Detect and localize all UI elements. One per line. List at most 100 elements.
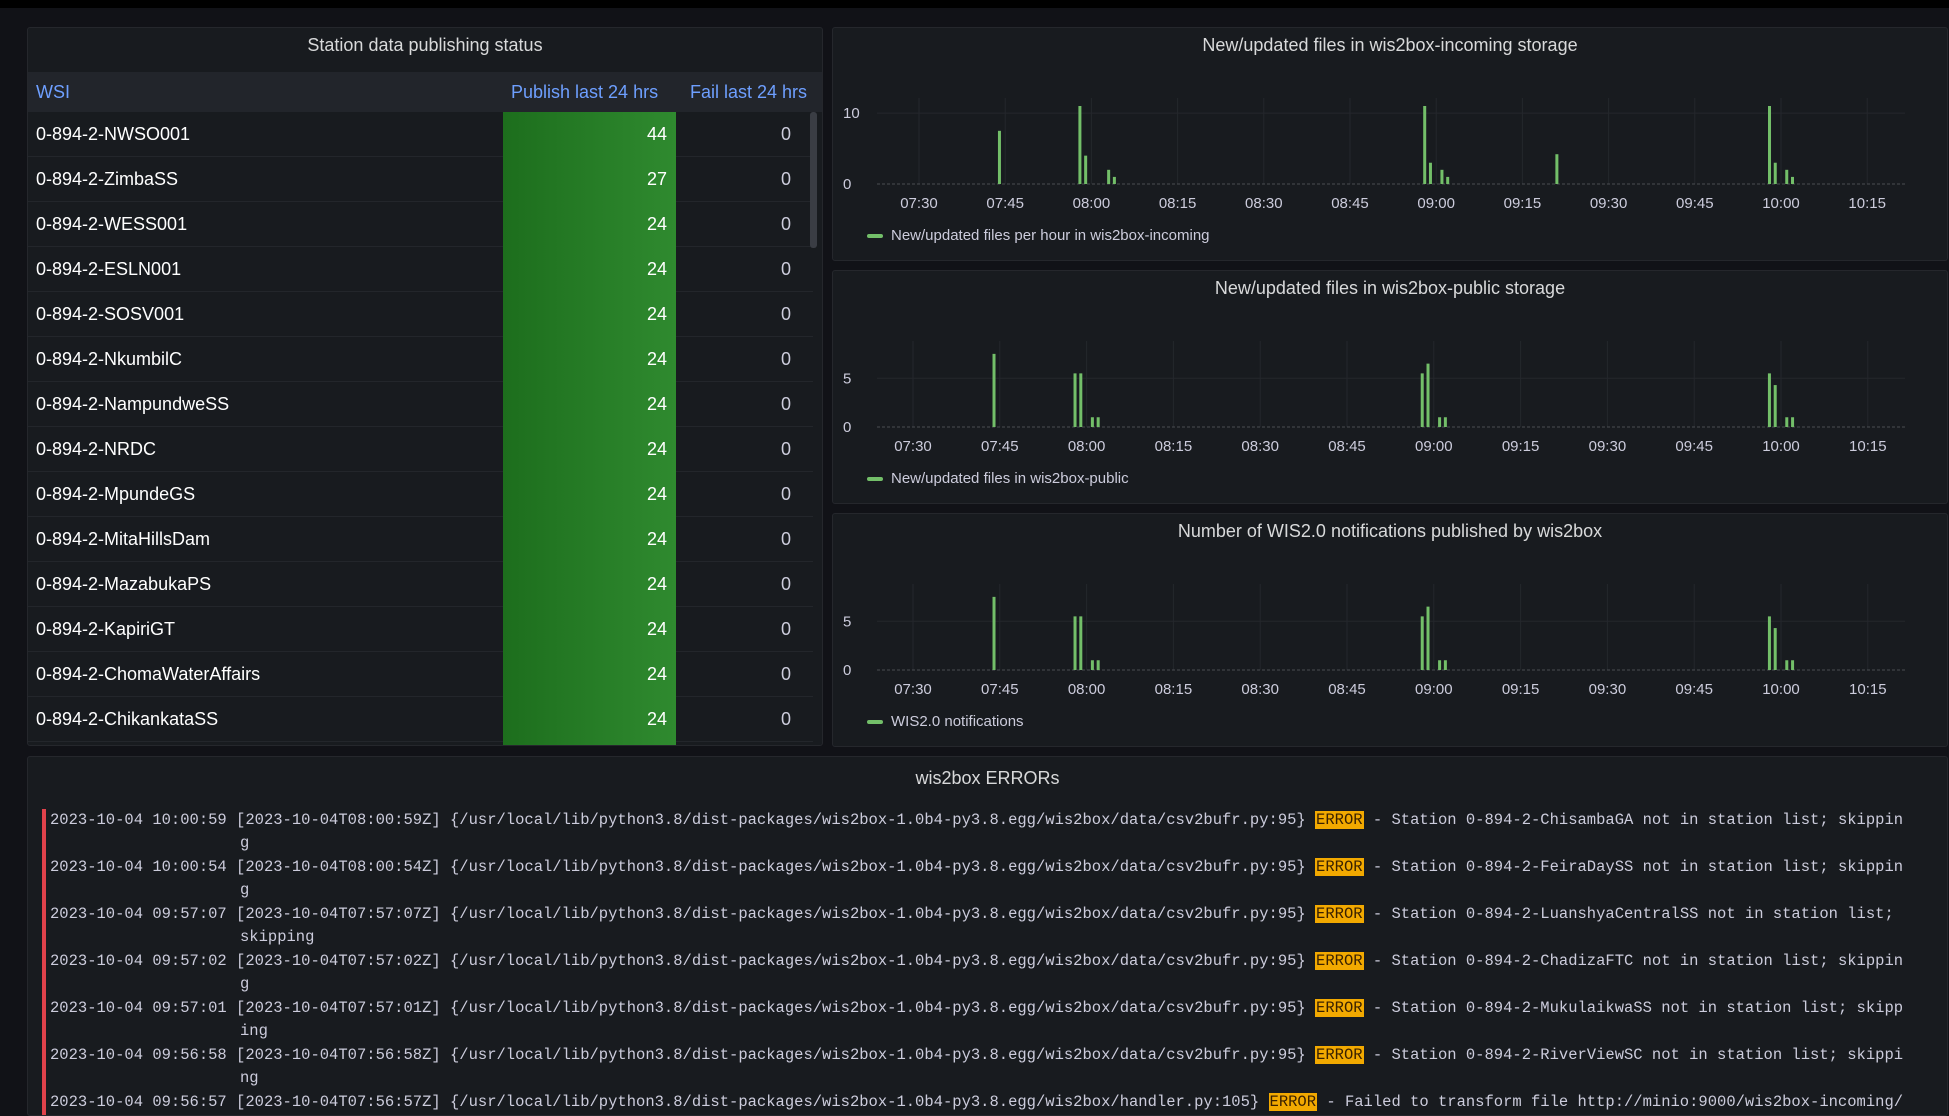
x-tick-label: 10:00 xyxy=(1762,438,1800,455)
log-level-badge: ERROR xyxy=(1315,905,1364,923)
data-bar xyxy=(1079,373,1083,427)
panel-title: New/updated files in wis2box-public stor… xyxy=(1214,278,1566,298)
data-bar xyxy=(1438,660,1442,670)
log-message-continued: skipping xyxy=(240,928,315,946)
cell-wsi: 0-894-2-ZimbaSS xyxy=(36,169,179,189)
table-row[interactable]: 0-894-2-ZimbaSS 27 0 xyxy=(28,157,813,202)
data-bar xyxy=(1443,660,1447,670)
table-row[interactable]: 0-894-2-MazabukaPS 24 0 xyxy=(28,562,813,607)
table-row[interactable]: 0-894-2-NampundweSS 24 0 xyxy=(28,382,813,427)
cell-fail-count: 0 xyxy=(780,664,791,684)
log-timestamp: 2023-10-04 10:00:59 xyxy=(50,811,227,829)
table-row[interactable]: 0-894-2-NWSO001 44 0 xyxy=(28,112,813,157)
table-scrollbar[interactable] xyxy=(810,112,817,248)
cell-publish-count: 24 xyxy=(503,562,676,607)
legend-swatch-icon xyxy=(867,720,883,725)
table-row[interactable] xyxy=(28,742,813,745)
log-timestamp: 2023-10-04 10:00:54 xyxy=(50,858,227,876)
x-tick-label: 08:30 xyxy=(1245,195,1283,212)
data-bar xyxy=(1426,363,1430,427)
cell-wsi: 0-894-2-NkumbilC xyxy=(36,349,183,369)
error-log-entry[interactable]: 2023-10-04 10:00:54 [2023-10-04T08:00:54… xyxy=(42,856,1937,903)
cell-publish-count xyxy=(503,742,676,745)
x-tick-label: 10:15 xyxy=(1849,438,1887,455)
chart-legend[interactable]: New/updated files per hour in wis2box-in… xyxy=(867,227,1210,244)
cell-publish-count: 24 xyxy=(503,472,676,517)
table-header: WSI Publish last 24 hrs Fail last 24 hrs xyxy=(28,72,822,112)
table-row[interactable]: 0-894-2-MpundeGS 24 0 xyxy=(28,472,813,517)
x-tick-label: 09:30 xyxy=(1589,438,1627,455)
chart-panel-incoming: New/updated files in wis2box-incoming st… xyxy=(832,27,1948,261)
x-tick-label: 08:45 xyxy=(1328,681,1366,698)
log-source: [2023-10-04T07:57:01Z] {/usr/local/lib/p… xyxy=(236,999,1306,1017)
data-bar xyxy=(1112,176,1116,184)
x-tick-label: 09:45 xyxy=(1675,438,1713,455)
data-bar xyxy=(1773,162,1777,184)
column-header-wsi[interactable]: WSI xyxy=(36,72,70,112)
error-log-entry[interactable]: 2023-10-04 09:57:02 [2023-10-04T07:57:02… xyxy=(42,950,1937,997)
cell-wsi: 0-894-2-ChikankataSS xyxy=(36,709,219,729)
data-bar xyxy=(1107,169,1111,184)
cell-fail-count: 0 xyxy=(780,124,791,144)
data-bar xyxy=(1096,417,1100,427)
table-row[interactable]: 0-894-2-ChomaWaterAffairs 24 0 xyxy=(28,652,813,697)
data-bar xyxy=(1443,417,1447,427)
log-message-continued: g xyxy=(240,975,250,993)
table-row[interactable]: 0-894-2-ChikankataSS 24 0 xyxy=(28,697,813,742)
log-message: - Failed to transform file http://minio:… xyxy=(1317,1093,1904,1111)
data-bar xyxy=(1790,176,1794,184)
table-row[interactable]: 0-894-2-NkumbilC 24 0 xyxy=(28,337,813,382)
x-tick-label: 09:00 xyxy=(1417,195,1455,212)
cell-publish-count: 24 xyxy=(503,427,676,472)
cell-wsi: 0-894-2-ESLN001 xyxy=(36,259,182,279)
x-tick-label: 10:00 xyxy=(1762,195,1800,212)
data-bar xyxy=(1428,162,1432,184)
legend-swatch-icon xyxy=(867,477,883,482)
chart-legend[interactable]: New/updated files in wis2box-public xyxy=(867,470,1129,487)
log-level-badge: ERROR xyxy=(1315,858,1364,876)
data-bar xyxy=(992,353,996,427)
data-bar xyxy=(1767,616,1771,670)
x-tick-label: 07:30 xyxy=(894,438,932,455)
error-log-entry[interactable]: 2023-10-04 09:57:07 [2023-10-04T07:57:07… xyxy=(42,903,1937,950)
legend-swatch-icon xyxy=(867,234,883,239)
table-row[interactable]: 0-894-2-ESLN001 24 0 xyxy=(28,247,813,292)
table-row[interactable]: 0-894-2-MitaHillsDam 24 0 xyxy=(28,517,813,562)
error-log-entry[interactable]: 2023-10-04 09:57:01 [2023-10-04T07:57:01… xyxy=(42,997,1937,1044)
error-log-entry[interactable]: 2023-10-04 09:56:58 [2023-10-04T07:56:58… xyxy=(42,1044,1937,1091)
error-log-entry[interactable]: 2023-10-04 09:56:57 [2023-10-04T07:56:57… xyxy=(42,1091,1937,1115)
column-header-publish[interactable]: Publish last 24 hrs xyxy=(511,72,658,112)
x-tick-label: 07:45 xyxy=(981,438,1019,455)
log-level-badge: ERROR xyxy=(1315,952,1364,970)
table-row[interactable]: 0-894-2-NRDC 24 0 xyxy=(28,427,813,472)
x-tick-label: 07:45 xyxy=(986,195,1024,212)
errors-panel: wis2box ERRORs 2023-10-04 10:00:59 [2023… xyxy=(27,756,1948,1116)
data-bar xyxy=(1084,155,1088,184)
log-timestamp: 2023-10-04 09:57:02 xyxy=(50,952,227,970)
table-row[interactable]: 0-894-2-KapiriGT 24 0 xyxy=(28,607,813,652)
data-bar xyxy=(1423,106,1427,184)
table-row[interactable]: 0-894-2-SOSV001 24 0 xyxy=(28,292,813,337)
log-message-continued: g xyxy=(240,834,250,852)
log-timestamp: 2023-10-04 09:56:58 xyxy=(50,1046,227,1064)
error-log-list: 2023-10-04 10:00:59 [2023-10-04T08:00:59… xyxy=(42,809,1937,1115)
log-message: - Station 0-894-2-ChisambaGA not in stat… xyxy=(1363,811,1904,829)
chart-legend[interactable]: WIS2.0 notifications xyxy=(867,713,1024,730)
data-bar xyxy=(1420,373,1424,427)
error-log-entry[interactable]: 2023-10-04 10:00:59 [2023-10-04T08:00:59… xyxy=(42,809,1937,856)
x-tick-label: 09:15 xyxy=(1502,681,1540,698)
column-header-fail[interactable]: Fail last 24 hrs xyxy=(690,72,807,112)
x-tick-label: 09:15 xyxy=(1502,438,1540,455)
log-source: [2023-10-04T08:00:54Z] {/usr/local/lib/p… xyxy=(236,858,1306,876)
table-row[interactable]: 0-894-2-WESS001 24 0 xyxy=(28,202,813,247)
cell-publish-count: 24 xyxy=(503,247,676,292)
x-tick-label: 07:30 xyxy=(894,681,932,698)
cell-publish-count: 44 xyxy=(503,112,676,157)
log-message: - Station 0-894-2-FeiraDaySS not in stat… xyxy=(1363,858,1904,876)
x-tick-label: 08:00 xyxy=(1068,438,1106,455)
log-source: [2023-10-04T07:57:07Z] {/usr/local/lib/p… xyxy=(236,905,1306,923)
cell-fail-count: 0 xyxy=(780,619,791,639)
log-message-continued: g xyxy=(240,881,250,899)
cell-publish-count: 24 xyxy=(503,382,676,427)
x-tick-label: 08:30 xyxy=(1241,438,1279,455)
